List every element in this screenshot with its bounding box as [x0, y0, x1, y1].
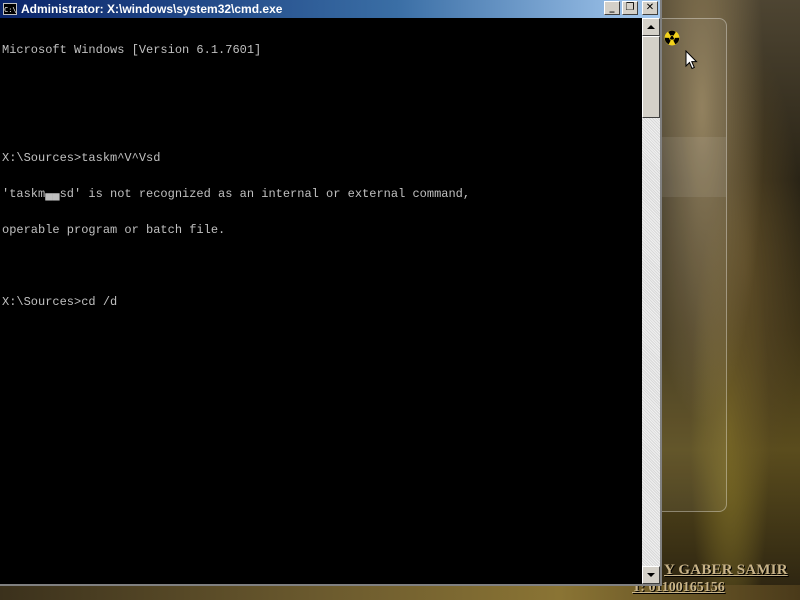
mouse-pointer-icon [685, 50, 698, 70]
scroll-down-button[interactable] [642, 566, 660, 584]
window-title: Administrator: X:\windows\system32\cmd.e… [21, 2, 283, 16]
watermark-name: Y GABER SAMIR [664, 562, 788, 578]
vertical-scrollbar[interactable] [642, 18, 660, 584]
close-button[interactable]: ✕ [642, 1, 658, 15]
setup-panel-background [662, 18, 727, 512]
console-line: 'taskm▄▄sd' is not recognized as an inte… [2, 187, 471, 201]
chevron-up-icon [647, 25, 655, 29]
title-bar[interactable]: C:\ Administrator: X:\windows\system32\c… [0, 0, 660, 18]
window-controls: _ ❐ ✕ [604, 1, 658, 15]
cmd-app-icon[interactable]: C:\ [3, 3, 17, 15]
minimize-button[interactable]: _ [604, 1, 620, 15]
console-line: X:\Sources>taskm^V^Vsd [2, 151, 161, 165]
radiation-icon [664, 30, 680, 46]
maximize-button[interactable]: ❐ [622, 1, 638, 15]
console-line: operable program or batch file. [2, 223, 226, 237]
cmd-window[interactable]: C:\ Administrator: X:\windows\system32\c… [0, 0, 662, 586]
chevron-down-icon [647, 573, 655, 577]
scroll-up-button[interactable] [642, 18, 660, 36]
scrollbar-thumb[interactable] [642, 36, 660, 118]
setup-panel-band [662, 137, 726, 197]
console-prompt-line[interactable]: X:\Sources>cd /d [2, 296, 640, 308]
console-output[interactable]: Microsoft Windows [Version 6.1.7601] X:\… [0, 18, 642, 584]
console-line: Microsoft Windows [Version 6.1.7601] [2, 43, 262, 57]
